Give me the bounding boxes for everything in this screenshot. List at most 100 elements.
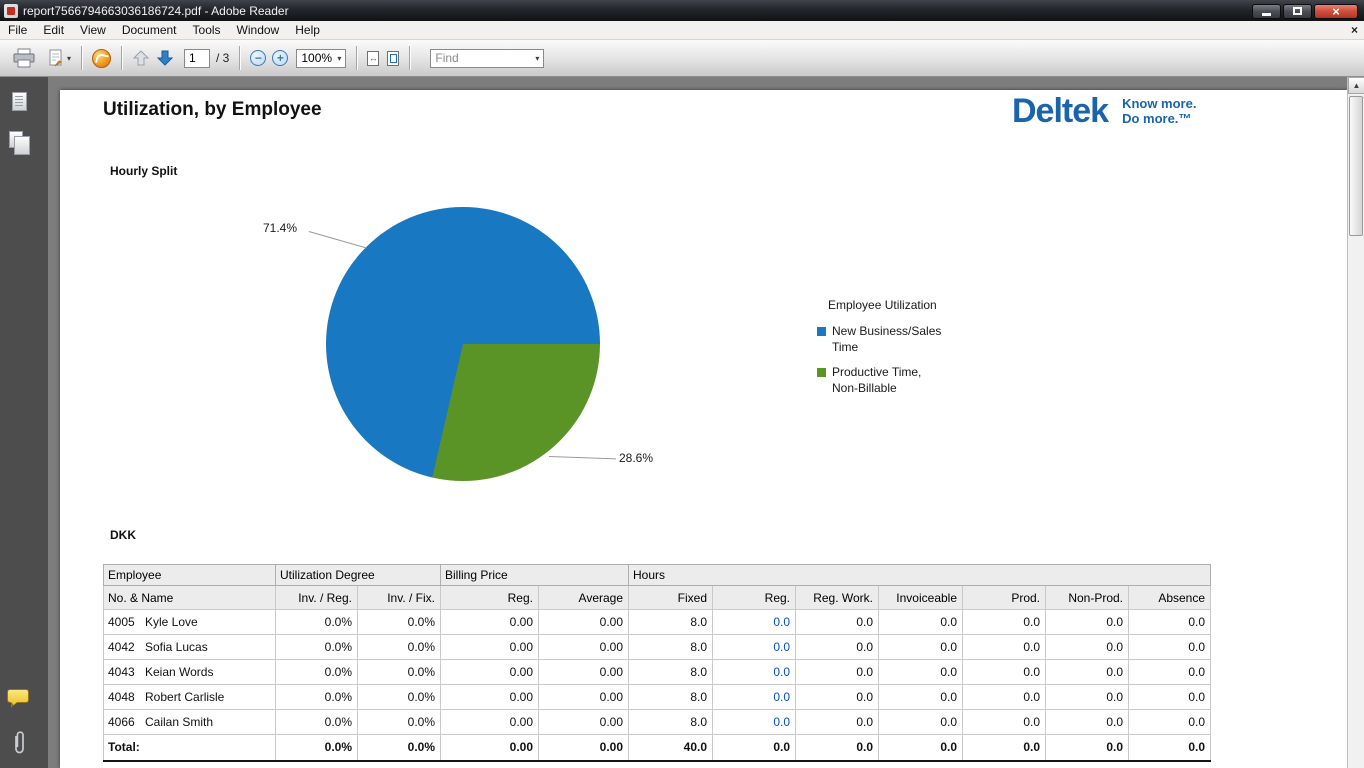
minus-circle-icon: − [250, 50, 266, 66]
document-viewer: Utilization, by Employee Deltek Know mor… [48, 77, 1347, 768]
chevron-down-icon: ▾ [337, 54, 341, 63]
total-value-cell: 0.0 [1129, 735, 1211, 761]
group-header-billing: Billing Price [441, 565, 629, 586]
hours-reg-link[interactable]: 0.0 [713, 610, 796, 635]
print-button[interactable] [12, 48, 36, 68]
find-options-button[interactable]: ▾ [535, 54, 539, 63]
close-button[interactable]: × [1314, 4, 1358, 19]
employee-name-cell: 4042Sofia Lucas [104, 635, 276, 660]
table-row: 4048Robert Carlisle0.0%0.0%0.000.008.00.… [104, 685, 1211, 710]
value-cell: 0.0 [1129, 660, 1211, 685]
value-cell: 0.00 [441, 685, 539, 710]
utilization-table: Employee Utilization Degree Billing Pric… [103, 564, 1211, 762]
table-row: 4042Sofia Lucas0.0%0.0%0.000.008.00.00.0… [104, 635, 1211, 660]
table-row: 4005Kyle Love0.0%0.0%0.000.008.00.00.00.… [104, 610, 1211, 635]
total-value-cell: 0.0 [963, 735, 1046, 761]
value-cell: 0.0% [358, 635, 441, 660]
zoom-in-button[interactable]: + [272, 50, 288, 66]
printer-icon [12, 48, 36, 68]
legend-item: New Business/Sales Time [817, 324, 997, 355]
deltek-logo: Deltek Know more. Do more.™ [1012, 92, 1196, 131]
legend-title: Employee Utilization [817, 298, 997, 312]
group-header-employee: Employee [104, 565, 276, 586]
paperclip-icon [11, 729, 27, 757]
total-value-cell: 0.0 [879, 735, 963, 761]
find-input[interactable] [435, 51, 523, 65]
employee-name-cell: 4066Cailan Smith [104, 710, 276, 735]
legend-swatch [817, 327, 826, 336]
attachments-panel-button[interactable] [11, 729, 27, 762]
value-cell: 0.00 [539, 660, 629, 685]
employee-number: 4042 [108, 640, 145, 654]
hours-reg-link[interactable]: 0.0 [713, 635, 796, 660]
value-cell: 0.0% [358, 685, 441, 710]
hours-reg-link[interactable]: 0.0 [713, 660, 796, 685]
table-column-header-row: No. & Name Inv. / Reg. Inv. / Fix. Reg. … [104, 586, 1211, 610]
leader-line [309, 231, 367, 248]
maximize-button[interactable] [1283, 4, 1312, 19]
toolbar-separator [409, 46, 410, 70]
value-cell: 0.0 [1129, 610, 1211, 635]
toolbar-separator [356, 46, 357, 70]
page-count-label: / 3 [216, 51, 229, 65]
share-button[interactable]: ▾ [48, 49, 71, 68]
value-cell: 0.0 [796, 710, 879, 735]
document-close-button[interactable]: × [1351, 23, 1358, 37]
total-value-cell: 0.0 [1046, 735, 1129, 761]
employee-number: 4043 [108, 665, 145, 679]
legend-label: Productive Time, Non-Billable [832, 365, 948, 396]
comments-panel-button[interactable] [7, 689, 29, 703]
value-cell: 0.00 [441, 610, 539, 635]
menu-edit[interactable]: Edit [35, 21, 72, 40]
toolbar: ▾ / 3 − + 100% ▾ [0, 40, 1364, 77]
scrollbar-thumb[interactable] [1349, 96, 1363, 236]
page-number-input[interactable] [184, 49, 210, 68]
hours-reg-link[interactable]: 0.0 [713, 710, 796, 735]
hours-reg-link[interactable]: 0.0 [713, 685, 796, 710]
previous-page-button[interactable] [132, 49, 150, 67]
column-header: Inv. / Fix. [358, 586, 441, 610]
table-row: 4066Cailan Smith0.0%0.0%0.000.008.00.00.… [104, 710, 1211, 735]
minimize-button[interactable] [1252, 4, 1281, 19]
value-cell: 0.0 [963, 685, 1046, 710]
value-cell: 0.0 [879, 610, 963, 635]
column-header: No. & Name [104, 586, 276, 610]
layers-panel-button[interactable] [9, 131, 23, 148]
titlebar: report7566794663036186724.pdf - Adobe Re… [0, 0, 1364, 21]
fit-page-icon [387, 51, 399, 66]
menu-window[interactable]: Window [229, 21, 288, 40]
value-cell: 0.00 [441, 710, 539, 735]
fit-page-button[interactable] [387, 51, 399, 66]
menu-tools[interactable]: Tools [185, 21, 229, 40]
fit-width-button[interactable]: ↔ [367, 51, 379, 66]
thumbnails-panel-button[interactable] [12, 92, 27, 111]
value-cell: 0.0 [1046, 635, 1129, 660]
arrow-down-icon [156, 49, 174, 67]
value-cell: 0.00 [539, 685, 629, 710]
zoom-level-select[interactable]: 100% ▾ [296, 49, 346, 68]
table-row: 4043Keian Words0.0%0.0%0.000.008.00.00.0… [104, 660, 1211, 685]
column-header: Absence [1129, 586, 1211, 610]
value-cell: 0.0 [1129, 635, 1211, 660]
value-cell: 0.0 [796, 635, 879, 660]
column-header: Fixed [629, 586, 713, 610]
toolbar-separator [121, 46, 122, 70]
value-cell: 0.0% [358, 610, 441, 635]
collaborate-button[interactable] [92, 49, 111, 68]
menu-file[interactable]: File [0, 21, 35, 40]
close-icon: × [1332, 5, 1340, 18]
zoom-out-button[interactable]: − [250, 50, 266, 66]
value-cell: 0.0% [276, 610, 358, 635]
menu-view[interactable]: View [72, 21, 114, 40]
total-value-cell: 0.00 [539, 735, 629, 761]
menu-document[interactable]: Document [114, 21, 185, 40]
window-title: report7566794663036186724.pdf - Adobe Re… [23, 4, 289, 18]
scroll-up-button[interactable]: ▲ [1348, 77, 1364, 94]
value-cell: 8.0 [629, 710, 713, 735]
menu-help[interactable]: Help [287, 21, 328, 40]
value-cell: 0.0% [358, 710, 441, 735]
vertical-scrollbar[interactable]: ▲ [1347, 77, 1364, 768]
next-page-button[interactable] [156, 49, 174, 67]
minimize-icon [1262, 13, 1271, 16]
chevron-down-icon: ▾ [67, 54, 71, 63]
